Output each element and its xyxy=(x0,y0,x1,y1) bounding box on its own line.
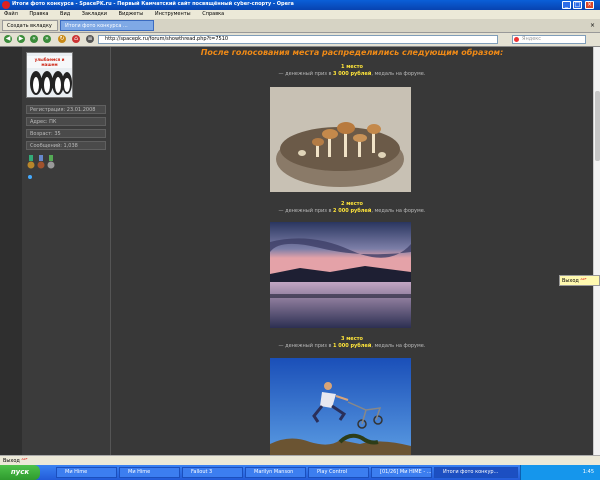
photo-sunset-lake[interactable] xyxy=(270,222,411,328)
address-info: Адрес: ПК xyxy=(26,117,106,126)
jump-image xyxy=(270,358,411,455)
place-1-description: — денежный приз в 3 000 рублей, медаль н… xyxy=(278,71,426,77)
rewind-icon[interactable]: « xyxy=(30,35,38,43)
exit-badge[interactable]: Выход ᴬᶻᴾ xyxy=(559,275,600,286)
keyboard-layout-icon: ᴬᶻᴾ xyxy=(21,458,28,464)
back-icon[interactable]: ◀ xyxy=(4,35,12,43)
menu-bar: Файл Правка Вид Закладки Виджеты Инструм… xyxy=(0,10,600,19)
taskbar: пуск Ми Hime Ми Hime Fallout 3 Marilyn M… xyxy=(0,465,600,480)
place-3-title: 3 место xyxy=(341,336,363,342)
taskbar-item[interactable]: Ми Hime xyxy=(119,467,180,478)
maximize-button[interactable]: □ xyxy=(573,1,582,9)
taskbar-item[interactable]: Play Control xyxy=(308,467,369,478)
taskbar-item-active[interactable]: Итоги фото конкур... xyxy=(434,467,518,478)
window-title: Итоги фото конкурса - SpacePK.ru - Первы… xyxy=(12,1,294,7)
forward-icon[interactable]: ▶ xyxy=(17,35,25,43)
mushrooms-image xyxy=(270,87,411,192)
yandex-icon xyxy=(514,37,519,42)
place-3-description: — денежный приз в 1 000 рублей, медаль н… xyxy=(278,343,426,349)
avatar-caption: улыбаемся и машем xyxy=(34,57,65,67)
start-button[interactable]: пуск xyxy=(0,465,40,480)
close-button[interactable]: × xyxy=(585,1,594,9)
status-exit[interactable]: Выход xyxy=(3,458,20,464)
menu-bookmarks[interactable]: Закладки xyxy=(82,10,107,19)
post-heading: После голосования места распределились с… xyxy=(200,48,504,57)
messages-info: Сообщений: 1,038 xyxy=(26,141,106,150)
menu-view[interactable]: Вид xyxy=(60,10,70,19)
post-body: После голосования места распределились с… xyxy=(111,47,593,455)
taskbar-item[interactable]: [01/26] Ми HIME - ... xyxy=(371,467,432,478)
menu-edit[interactable]: Правка xyxy=(29,10,48,19)
taskbar-item[interactable]: Ми Hime xyxy=(56,467,117,478)
search-field[interactable]: Яндекс xyxy=(512,35,586,44)
minimize-button[interactable]: _ xyxy=(562,1,571,9)
tab-new[interactable]: Создать вкладку xyxy=(2,20,58,31)
fast-forward-icon[interactable]: » xyxy=(43,35,51,43)
avatar: улыбаемся и машем xyxy=(26,52,73,98)
photo-mushrooms[interactable] xyxy=(270,87,411,192)
opera-icon xyxy=(2,1,10,9)
medal-icon xyxy=(27,155,35,169)
registration-info: Регистрация: 23.01.2008 xyxy=(26,105,106,114)
place-2-title: 2 место xyxy=(341,201,363,207)
age-info: Возраст: 35 xyxy=(26,129,106,138)
vertical-scrollbar[interactable] xyxy=(593,47,600,455)
place-1-title: 1 место xyxy=(341,64,363,70)
menu-tools[interactable]: Инструменты xyxy=(155,10,191,19)
place-2-description: — денежный приз в 2 000 рублей, медаль н… xyxy=(278,208,426,214)
sunset-lake-image xyxy=(270,222,411,328)
taskbar-item[interactable]: Marilyn Manson xyxy=(245,467,306,478)
taskbar-item[interactable]: Fallout 3 xyxy=(182,467,243,478)
menu-help[interactable]: Справка xyxy=(202,10,224,19)
reload-icon[interactable]: ↻ xyxy=(58,35,66,43)
menu-widgets[interactable]: Виджеты xyxy=(119,10,144,19)
system-tray: 1:45 xyxy=(520,465,600,480)
home-icon[interactable]: ⌂ xyxy=(72,35,80,43)
photo-jump[interactable] xyxy=(270,358,411,455)
tab-bar: Создать вкладку Итоги фото конкурса ... … xyxy=(0,19,600,33)
tab-close-icon[interactable]: × xyxy=(590,22,595,29)
menu-file[interactable]: Файл xyxy=(4,10,18,19)
page-content: улыбаемся и машем Регистрация: 23.01.200… xyxy=(0,47,593,455)
pages-icon[interactable]: ≡ xyxy=(86,35,94,43)
medal-icon xyxy=(47,155,55,169)
user-info-panel: улыбаемся и машем Регистрация: 23.01.200… xyxy=(22,47,111,455)
scrollbar-thumb[interactable] xyxy=(595,91,600,161)
window-titlebar: Итоги фото конкурса - SpacePK.ru - Первы… xyxy=(0,0,600,10)
address-field[interactable]: http://spacepk.ru/forum/showthread.php?t… xyxy=(98,35,498,44)
clock[interactable]: 1:45 xyxy=(583,469,594,475)
online-status-icon xyxy=(28,175,32,179)
tab-contest-results[interactable]: Итоги фото конкурса ... xyxy=(60,20,154,31)
navigation-bar: ◀ ▶ « » ↻ ⌂ ≡ http://spacepk.ru/forum/sh… xyxy=(0,33,600,47)
medal-icon xyxy=(37,155,45,169)
